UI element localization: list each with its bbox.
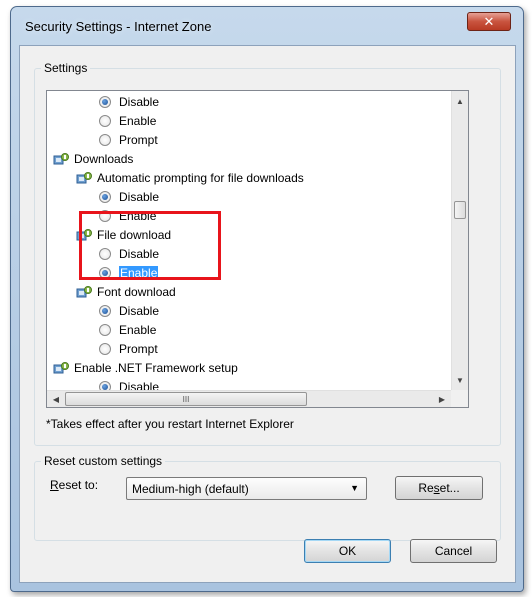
radio-unchecked[interactable] [99, 133, 111, 146]
option-label[interactable]: Enable [119, 265, 159, 280]
settings-group: Settings Disable Enable Prompt Downloads Aut… [34, 61, 501, 446]
horizontal-scrollbar[interactable]: ◀ III ▶ [47, 390, 451, 407]
vertical-scrollbar[interactable]: ▲ ▼ [451, 91, 468, 390]
reset-level-dropdown[interactable]: Medium-high (default) ▼ [126, 477, 367, 500]
option-label[interactable]: Enable [119, 209, 156, 223]
chevron-down-icon: ▼ [350, 483, 359, 493]
setting-option[interactable]: Disable [99, 187, 159, 206]
option-label[interactable]: Disable [119, 304, 159, 318]
radio-unchecked[interactable] [99, 209, 111, 222]
option-label[interactable]: Enable [119, 323, 156, 337]
title-bar[interactable]: Security Settings - Internet Zone ✕ [11, 7, 523, 41]
settings-icon [53, 152, 74, 166]
vertical-scroll-thumb[interactable] [454, 201, 466, 219]
option-label[interactable]: Disable [119, 380, 159, 391]
category-label: Font download [97, 284, 176, 299]
settings-subcategory: Automatic prompting for file downloads [76, 168, 304, 187]
settings-icon [76, 228, 97, 242]
settings-subcategory: Font download [76, 282, 176, 301]
reset-level-value: Medium-high (default) [132, 481, 249, 496]
settings-icon [76, 285, 97, 299]
reset-to-label: Reset to: [50, 478, 99, 492]
settings-icon [53, 361, 74, 375]
setting-option[interactable]: Disable [99, 377, 159, 390]
scroll-right-icon[interactable]: ▶ [434, 391, 450, 407]
radio-checked[interactable] [99, 304, 111, 317]
settings-category: Enable .NET Framework setup [53, 358, 238, 377]
horizontal-scroll-thumb[interactable]: III [65, 392, 307, 406]
security-settings-dialog: Security Settings - Internet Zone ✕ Sett… [10, 6, 524, 592]
radio-unchecked[interactable] [99, 114, 111, 127]
close-icon: ✕ [483, 13, 495, 29]
radio-unchecked[interactable] [99, 247, 111, 260]
settings-tree: Disable Enable Prompt Downloads Automatic pr… [47, 91, 451, 390]
setting-option[interactable]: Enable [99, 111, 156, 130]
option-label[interactable]: Disable [119, 190, 159, 204]
radio-checked[interactable] [99, 190, 111, 203]
reset-group-label: Reset custom settings [41, 454, 166, 468]
category-label: File download [97, 227, 172, 242]
option-label[interactable]: Disable [119, 247, 159, 261]
reset-group: Reset custom settings Reset to: Medium-h… [34, 454, 501, 541]
settings-category: Downloads [53, 149, 133, 168]
scroll-grip-icon: III [182, 394, 190, 404]
scroll-up-icon[interactable]: ▲ [452, 93, 468, 109]
option-label[interactable]: Prompt [119, 133, 158, 147]
settings-subcategory: File download [76, 225, 171, 244]
scroll-down-icon[interactable]: ▼ [452, 372, 468, 388]
radio-checked[interactable] [99, 380, 111, 390]
radio-checked[interactable] [99, 266, 111, 279]
setting-option[interactable]: Prompt [99, 130, 158, 149]
setting-option[interactable]: Disable [99, 301, 159, 320]
window-title: Security Settings - Internet Zone [25, 19, 212, 34]
setting-option[interactable]: Prompt [99, 339, 158, 358]
reset-button[interactable]: Re s et... [395, 476, 483, 500]
settings-group-label: Settings [41, 61, 91, 75]
option-label[interactable]: Enable [119, 114, 156, 128]
radio-checked[interactable] [99, 95, 111, 108]
scroll-corner [451, 390, 468, 407]
cancel-button[interactable]: Cancel [410, 539, 497, 563]
setting-option[interactable]: Disable [99, 244, 159, 263]
setting-option[interactable]: Disable [99, 92, 159, 111]
restart-note: *Takes effect after you restart Internet… [46, 417, 294, 431]
radio-unchecked[interactable] [99, 342, 111, 355]
setting-option[interactable]: Enable [99, 263, 159, 282]
settings-list[interactable]: Disable Enable Prompt Downloads Automatic pr… [46, 90, 469, 408]
radio-unchecked[interactable] [99, 323, 111, 336]
category-label: Automatic prompting for file downloads [97, 170, 304, 185]
scroll-left-icon[interactable]: ◀ [48, 391, 64, 407]
category-label: Downloads [74, 151, 134, 166]
ok-button[interactable]: OK [304, 539, 391, 563]
close-button[interactable]: ✕ [467, 12, 511, 31]
option-label[interactable]: Disable [119, 95, 159, 109]
setting-option[interactable]: Enable [99, 320, 156, 339]
dialog-client-area: Settings Disable Enable Prompt Downloads Aut… [19, 45, 516, 583]
category-label: Enable .NET Framework setup [74, 360, 238, 375]
setting-option[interactable]: Enable [99, 206, 156, 225]
option-label[interactable]: Prompt [119, 342, 158, 356]
settings-icon [76, 171, 97, 185]
